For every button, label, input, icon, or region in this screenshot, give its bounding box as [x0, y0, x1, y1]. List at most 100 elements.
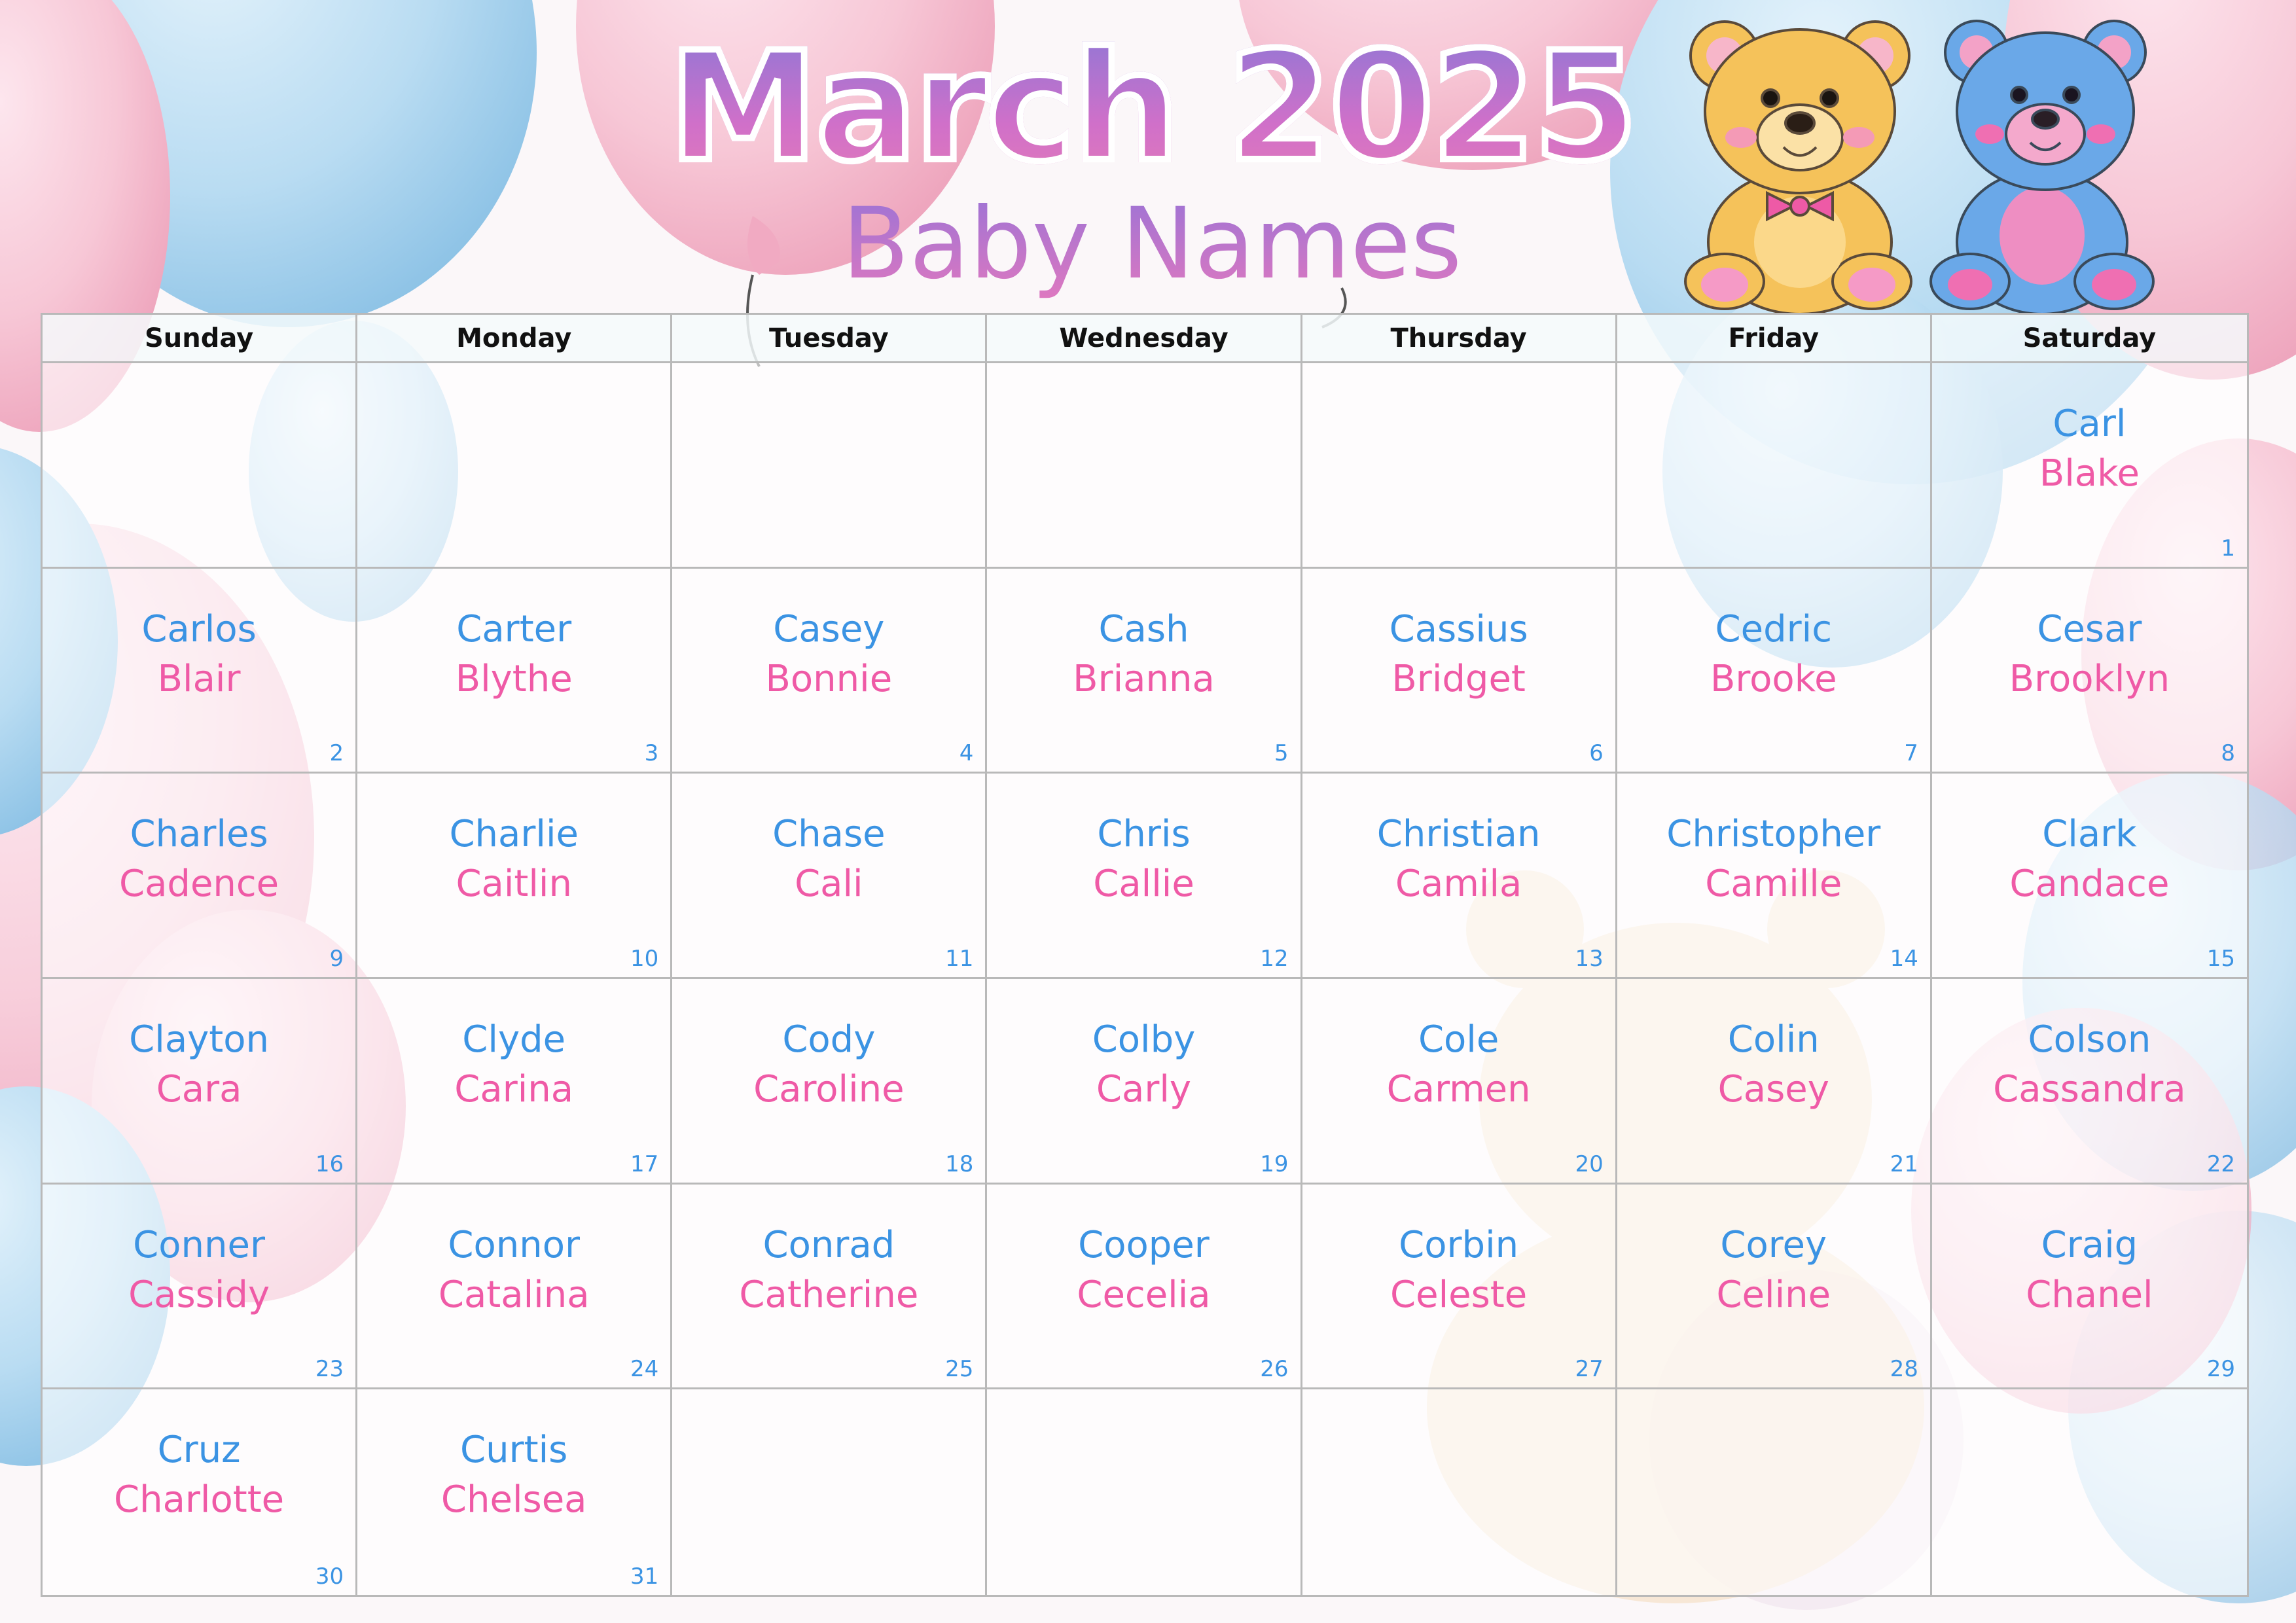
day-number: 1 — [2221, 535, 2235, 562]
page-title: March 2025 — [655, 23, 1649, 193]
empty-day-cell — [1617, 363, 1932, 569]
day-cell: Conrad Catherine 25 — [672, 1184, 988, 1390]
girl-name: Carly — [1096, 1067, 1192, 1111]
weekday-header-wednesday: Wednesday — [987, 315, 1302, 363]
day-number: 4 — [959, 740, 974, 767]
boy-name: Curtis — [460, 1429, 568, 1472]
day-number: 20 — [1575, 1150, 1604, 1177]
girl-name: Cecelia — [1077, 1273, 1211, 1316]
day-number: 24 — [630, 1356, 659, 1383]
day-number: 23 — [315, 1356, 344, 1383]
girl-name: Cassidy — [128, 1273, 270, 1316]
girl-name: Brianna — [1073, 657, 1215, 700]
day-cell: Charlie Caitlin 10 — [357, 774, 673, 979]
empty-day-cell — [987, 1389, 1302, 1595]
boy-name: Colby — [1092, 1018, 1196, 1061]
empty-day-cell — [1302, 363, 1617, 569]
day-number: 3 — [644, 740, 659, 767]
boy-name: Cody — [782, 1018, 876, 1061]
boy-name: Casey — [773, 607, 885, 651]
day-number: 12 — [1260, 945, 1289, 972]
day-number: 15 — [2206, 945, 2235, 972]
day-cell: Cooper Cecelia 26 — [987, 1184, 1302, 1390]
day-cell: Cedric Brooke 7 — [1617, 568, 1932, 774]
girl-name: Charlotte — [114, 1478, 285, 1522]
day-cell: Clayton Cara 16 — [43, 978, 358, 1185]
day-cell: Cesar Brooklyn 8 — [1931, 568, 2247, 774]
day-cell: Corbin Celeste 27 — [1302, 1184, 1617, 1390]
day-number: 19 — [1260, 1150, 1289, 1177]
day-number: 21 — [1890, 1150, 1918, 1177]
day-number: 18 — [945, 1150, 974, 1177]
weekday-header-friday: Friday — [1617, 315, 1932, 363]
day-cell: Carl Blake 1 — [1931, 363, 2247, 569]
day-cell: Colin Casey 21 — [1617, 978, 1932, 1185]
day-number: 17 — [630, 1150, 659, 1177]
girl-name: Cali — [795, 863, 863, 906]
girl-name: Caitlin — [456, 863, 572, 906]
empty-day-cell — [1931, 1389, 2247, 1595]
day-cell: Cruz Charlotte 30 — [43, 1389, 358, 1595]
day-number: 30 — [315, 1563, 344, 1590]
empty-day-cell — [1302, 1389, 1617, 1595]
boy-name: Cooper — [1078, 1223, 1210, 1266]
day-number: 31 — [630, 1563, 659, 1590]
boy-name: Chase — [772, 813, 886, 856]
weekday-header-monday: Monday — [357, 315, 673, 363]
boy-name: Connor — [448, 1223, 581, 1266]
day-cell: Conner Cassidy 23 — [43, 1184, 358, 1390]
weekday-header-thursday: Thursday — [1302, 315, 1617, 363]
calendar-grid: Sunday Monday Tuesday Wednesday Thursday… — [41, 313, 2249, 1597]
day-cell: Christian Camila 13 — [1302, 774, 1617, 979]
day-number: 6 — [1589, 740, 1604, 767]
empty-day-cell — [1617, 1389, 1932, 1595]
girl-name: Blake — [2039, 452, 2140, 495]
boy-name: Carl — [2053, 402, 2126, 445]
girl-name: Cadence — [118, 863, 279, 906]
girl-name: Carina — [454, 1067, 574, 1111]
teddy-bear-blue-icon — [1929, 20, 2155, 314]
girl-name: Candace — [2009, 863, 2170, 906]
boy-name: Chris — [1097, 813, 1191, 856]
day-cell: Carlos Blair 2 — [43, 568, 358, 774]
day-cell: Charles Cadence 9 — [43, 774, 358, 979]
boy-name: Cruz — [157, 1429, 241, 1472]
day-cell: Clyde Carina 17 — [357, 978, 673, 1185]
boy-name: Carter — [456, 607, 572, 651]
empty-day-cell — [987, 363, 1302, 569]
girl-name: Callie — [1093, 863, 1194, 906]
boy-name: Clayton — [129, 1018, 269, 1061]
girl-name: Brooklyn — [2009, 657, 2170, 700]
boy-name: Corbin — [1399, 1223, 1519, 1266]
day-number: 11 — [945, 945, 974, 972]
header: March 2025 Baby Names — [655, 13, 1649, 300]
day-number: 28 — [1890, 1356, 1918, 1383]
day-number: 22 — [2206, 1150, 2235, 1177]
boy-name: Carlos — [141, 607, 257, 651]
day-cell: Craig Chanel 29 — [1931, 1184, 2247, 1390]
boy-name: Cedric — [1715, 607, 1833, 651]
boy-name: Conrad — [762, 1223, 895, 1266]
girl-name: Cassandra — [1993, 1067, 2186, 1111]
day-cell: Connor Catalina 24 — [357, 1184, 673, 1390]
girl-name: Celeste — [1390, 1273, 1528, 1316]
girl-name: Blythe — [455, 657, 573, 700]
girl-name: Bonnie — [765, 657, 893, 700]
boy-name: Cesar — [2037, 607, 2142, 651]
boy-name: Cassius — [1389, 607, 1528, 651]
weekday-header-tuesday: Tuesday — [672, 315, 988, 363]
boy-name: Corey — [1720, 1223, 1827, 1266]
girl-name: Bridget — [1391, 657, 1526, 700]
teddy-bear-yellow-icon — [1684, 20, 1912, 314]
girl-name: Catherine — [739, 1273, 919, 1316]
day-cell: Carter Blythe 3 — [357, 568, 673, 774]
empty-day-cell — [672, 1389, 988, 1595]
empty-day-cell — [357, 363, 673, 569]
day-number: 9 — [329, 945, 344, 972]
day-cell: Casey Bonnie 4 — [672, 568, 988, 774]
day-number: 8 — [2221, 740, 2235, 767]
boy-name: Cole — [1418, 1018, 1499, 1061]
boy-name: Colson — [2028, 1018, 2151, 1061]
teddy-bears-illustration — [1684, 20, 2155, 314]
day-cell: Chris Callie 12 — [987, 774, 1302, 979]
